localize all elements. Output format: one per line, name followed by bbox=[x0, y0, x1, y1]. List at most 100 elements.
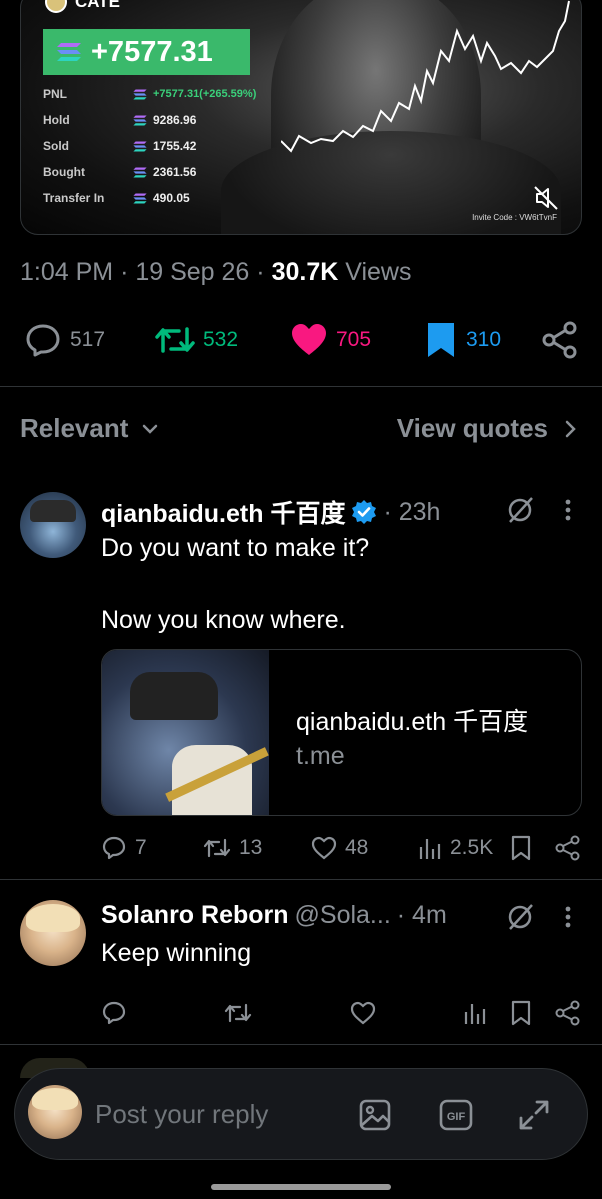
reply-icon bbox=[102, 1001, 126, 1025]
reply-header: qianbaidu.eth 千百度 · 23h bbox=[101, 494, 440, 530]
stat-row: Bought 2361.56 bbox=[43, 159, 256, 185]
avatar-hair bbox=[26, 904, 80, 932]
views-button[interactable] bbox=[463, 998, 487, 1028]
solana-icon bbox=[133, 141, 147, 151]
brand-name: CATE bbox=[75, 0, 121, 11]
reply-icon bbox=[102, 836, 126, 860]
post-date: 19 Sep 26 bbox=[135, 258, 250, 286]
stat-row: PNL +7577.31(+265.59%) bbox=[43, 81, 256, 107]
author-name[interactable]: qianbaidu.eth 千百度 bbox=[101, 494, 345, 530]
svg-text:GIF: GIF bbox=[447, 1111, 466, 1123]
post-time: 1:04 PM bbox=[20, 258, 114, 286]
stat-value: 1755.42 bbox=[153, 139, 197, 153]
like-button[interactable]: 48 bbox=[311, 833, 368, 863]
bookmark-button[interactable] bbox=[510, 833, 532, 863]
brand-header: CATE bbox=[45, 0, 120, 13]
stat-label: Bought bbox=[43, 165, 85, 179]
reply-count: 7 bbox=[135, 836, 147, 859]
stats-table: PNL +7577.31(+265.59%) Hold 9286.96 Sold… bbox=[43, 81, 256, 211]
heart-icon bbox=[311, 836, 337, 860]
share-button[interactable] bbox=[555, 833, 581, 863]
reply-count: 517 bbox=[70, 328, 106, 351]
reply-actions: 7 13 48 2.5K bbox=[0, 833, 602, 863]
views-count: 30.7K bbox=[271, 258, 339, 286]
bookmark-button[interactable] bbox=[510, 998, 532, 1028]
invite-code: Invite Code : VW6tTvnF bbox=[472, 213, 557, 222]
stat-value: +7577.31(+265.59%) bbox=[153, 88, 257, 100]
avatar-hair bbox=[32, 1088, 78, 1110]
repost-button[interactable] bbox=[224, 998, 252, 1028]
gif-icon[interactable]: GIF bbox=[439, 1098, 473, 1132]
avatar-hat bbox=[30, 500, 76, 522]
solana-icon bbox=[133, 115, 147, 125]
stat-label: Transfer In bbox=[43, 191, 105, 205]
more-options-icon[interactable] bbox=[564, 906, 572, 928]
stat-value: 2361.56 bbox=[153, 165, 197, 179]
views-label[interactable]: Views bbox=[345, 258, 411, 286]
repost-button[interactable]: 532 bbox=[155, 318, 238, 362]
stat-value: 9286.96 bbox=[153, 113, 197, 127]
stat-row: Transfer In 490.05 bbox=[43, 185, 256, 211]
grok-icon[interactable] bbox=[506, 903, 534, 931]
repost-count: 532 bbox=[203, 328, 239, 351]
grok-icon[interactable] bbox=[506, 496, 534, 524]
solana-icon bbox=[133, 167, 147, 177]
reply-text-line: Do you want to make it? bbox=[101, 534, 370, 562]
chevron-down-icon bbox=[143, 424, 158, 434]
reply-button[interactable]: 7 bbox=[101, 833, 147, 863]
reply-composer[interactable]: Post your reply GIF bbox=[14, 1068, 588, 1160]
like-button[interactable] bbox=[350, 998, 376, 1028]
like-button[interactable]: 705 bbox=[290, 318, 371, 362]
stat-label: Hold bbox=[43, 113, 70, 127]
views-button[interactable]: 2.5K bbox=[418, 833, 493, 863]
reply-text-line: Now you know where. bbox=[101, 606, 346, 634]
home-indicator[interactable] bbox=[211, 1184, 391, 1190]
bookmark-button[interactable]: 310 bbox=[424, 318, 501, 362]
reply-actions bbox=[0, 998, 602, 1028]
link-preview-card[interactable]: qianbaidu.eth 千百度 t.me bbox=[101, 649, 582, 816]
view-quotes-label: View quotes bbox=[396, 413, 548, 443]
image-icon[interactable] bbox=[358, 1098, 392, 1132]
avatar[interactable] bbox=[20, 900, 86, 966]
repost-icon bbox=[203, 838, 231, 858]
post-meta: 1:04 PM · 19 Sep 26 · 30.7K Views bbox=[20, 258, 412, 286]
link-domain: t.me bbox=[296, 742, 345, 770]
price-line-graphic bbox=[281, 0, 570, 153]
bookmark-filled-icon bbox=[428, 323, 454, 357]
expand-icon[interactable] bbox=[517, 1098, 551, 1132]
stat-row: Sold 1755.42 bbox=[43, 133, 256, 159]
solana-icon bbox=[133, 89, 147, 99]
divider bbox=[0, 1044, 602, 1045]
author-name[interactable]: Solanro Reborn bbox=[101, 901, 289, 930]
more-options-icon[interactable] bbox=[564, 499, 572, 521]
reply-button[interactable] bbox=[101, 998, 127, 1028]
repost-count: 13 bbox=[239, 836, 263, 859]
reply-button[interactable]: 517 bbox=[24, 318, 105, 362]
post-age: · 23h bbox=[383, 497, 441, 526]
solana-icon bbox=[133, 193, 147, 203]
muted-speaker-icon[interactable] bbox=[531, 183, 561, 213]
media-card[interactable]: CATE +7577.31 PNL +7577.31(+265.59%) Hol… bbox=[20, 0, 582, 235]
pnl-headline: +7577.31 bbox=[91, 35, 213, 68]
verified-badge-icon bbox=[352, 500, 377, 524]
stat-value: 490.05 bbox=[153, 191, 190, 205]
pnl-banner: +7577.31 bbox=[43, 29, 250, 75]
share-button[interactable] bbox=[555, 998, 581, 1028]
analytics-icon bbox=[419, 839, 441, 859]
share-icon bbox=[555, 835, 580, 861]
avatar[interactable] bbox=[20, 492, 86, 558]
like-count: 705 bbox=[336, 328, 372, 351]
share-icon bbox=[542, 321, 577, 359]
cate-logo-icon bbox=[45, 0, 67, 13]
bookmark-icon bbox=[511, 1000, 531, 1026]
reply-input-placeholder[interactable]: Post your reply bbox=[95, 1099, 268, 1130]
author-handle[interactable]: @Sola... bbox=[295, 901, 391, 930]
sort-dropdown[interactable]: Relevant bbox=[20, 413, 158, 444]
bookmark-icon bbox=[511, 835, 531, 861]
repost-icon bbox=[155, 327, 195, 353]
view-quotes-link[interactable]: View quotes bbox=[397, 413, 576, 444]
chevron-right-icon bbox=[565, 420, 576, 437]
share-button[interactable] bbox=[542, 318, 578, 362]
thumb-hat bbox=[130, 672, 218, 720]
repost-button[interactable]: 13 bbox=[203, 833, 262, 863]
